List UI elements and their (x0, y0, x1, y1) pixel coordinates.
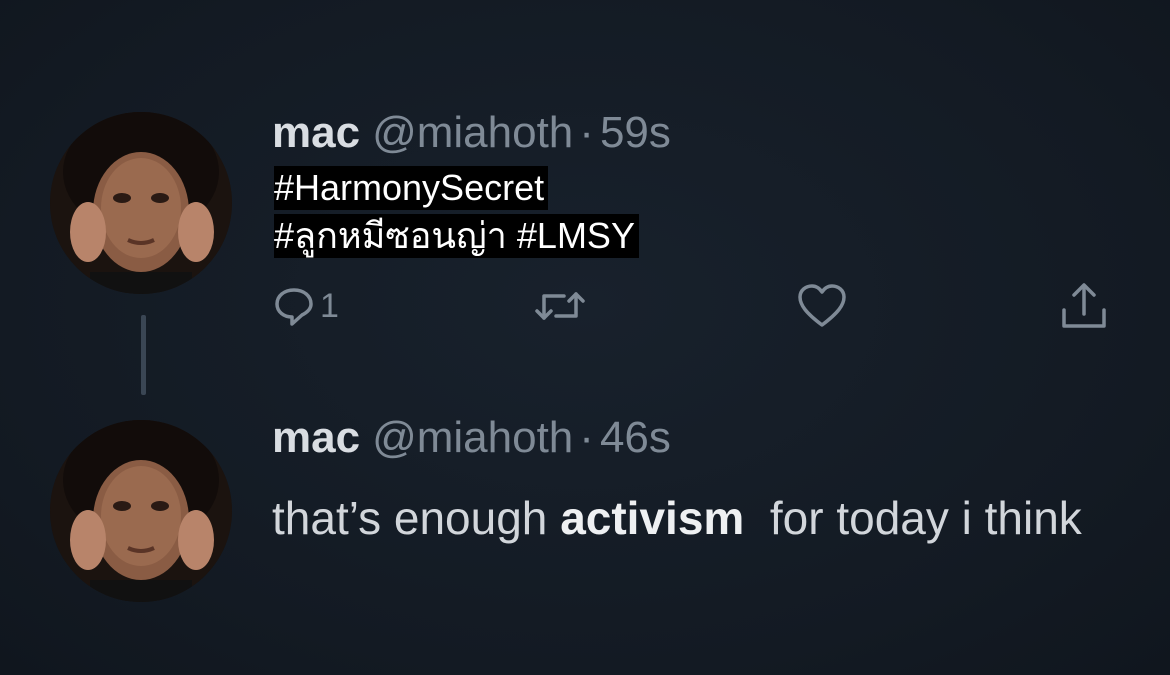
avatar-photo (50, 420, 232, 602)
tweet-header: mac @miahoth · 59s (272, 107, 671, 159)
avatar[interactable] (50, 112, 232, 294)
tweet-text-after: for today i think (744, 492, 1082, 544)
separator-dot: · (579, 108, 594, 157)
user-handle[interactable]: @miahoth (372, 413, 573, 462)
hashtag-harmonysecret[interactable]: #HarmonySecret (274, 166, 549, 210)
tweet-header: mac @miahoth · 46s (272, 412, 671, 464)
tweet-actions: 1 (272, 278, 1132, 334)
separator-dot: · (579, 413, 594, 462)
display-name[interactable]: mac (272, 413, 360, 462)
reply-button[interactable]: 1 (272, 278, 339, 334)
retweet-icon (535, 292, 585, 320)
tweet-text-bold: activism (560, 492, 745, 544)
tweet-1[interactable]: mac @miahoth · 59s #HarmonySecret #ลูกหมีซอ… (0, 0, 1170, 400)
reply-count: 1 (320, 286, 339, 325)
hashtag-line-2[interactable]: #ลูกหมีซอนญ่า #LMSY (274, 214, 639, 258)
display-name[interactable]: mac (272, 108, 360, 157)
share-button[interactable] (1058, 278, 1110, 334)
avatar[interactable] (50, 420, 232, 602)
timestamp[interactable]: 59s (600, 108, 671, 157)
share-icon (1062, 283, 1106, 328)
tweet-text: that’s enough activism for today i think (272, 482, 1152, 554)
like-icon (798, 284, 846, 327)
retweet-button[interactable] (534, 278, 586, 334)
tweet-text-before: that’s enough (272, 492, 561, 544)
avatar-photo (50, 112, 232, 294)
thread-line (141, 315, 146, 395)
timestamp[interactable]: 46s (600, 413, 671, 462)
like-button[interactable] (796, 278, 848, 334)
reply-icon (275, 288, 313, 326)
user-handle[interactable]: @miahoth (372, 108, 573, 157)
tweet-2[interactable]: mac @miahoth · 46s that’s enough activism f… (0, 400, 1170, 675)
